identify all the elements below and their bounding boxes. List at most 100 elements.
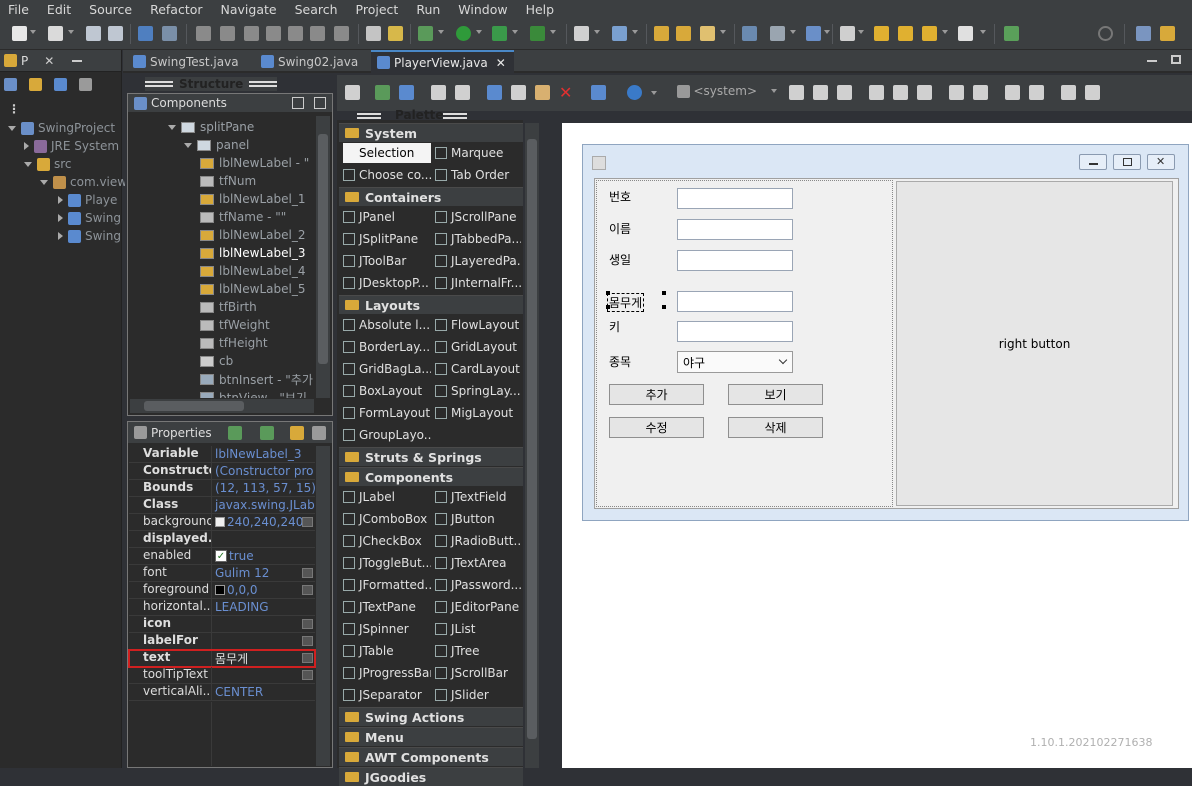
expand-arrow-icon[interactable] (168, 124, 176, 130)
minimize-icon[interactable] (72, 59, 83, 62)
expand-all-icon[interactable] (292, 97, 304, 109)
minimize-icon[interactable] (1147, 60, 1157, 62)
property-row[interactable]: enabled ✓ true (129, 548, 315, 565)
property-value[interactable]: (12, 113, 57, 15) (212, 480, 315, 496)
palette-item[interactable]: JTree (435, 641, 521, 661)
space-horizontal-icon[interactable] (1005, 85, 1020, 100)
property-value[interactable]: CENTER (212, 684, 315, 700)
convert-icon[interactable] (375, 85, 390, 100)
close-icon[interactable]: ✕ (44, 54, 54, 68)
undo-icon[interactable] (431, 85, 446, 100)
palette-category[interactable]: Layouts (339, 295, 523, 314)
property-row[interactable]: Variable lblNewLabel_3 (129, 446, 315, 463)
open-task-icon[interactable] (676, 26, 691, 41)
tab-order-icon[interactable] (591, 85, 606, 100)
property-value[interactable] (212, 616, 315, 632)
tab-swing02[interactable]: Swing02.java (255, 50, 366, 73)
menu-help[interactable]: Help (518, 2, 565, 17)
palette-item[interactable]: JLabel (343, 487, 431, 507)
selection-handle[interactable] (606, 305, 610, 309)
open-console-icon[interactable] (138, 26, 153, 41)
menu-window[interactable]: Window (450, 2, 517, 17)
palette-category[interactable]: Containers (339, 187, 523, 206)
tf-num[interactable] (677, 188, 793, 209)
palette-item[interactable]: JTabbedPa... (435, 229, 521, 249)
component-tree-item[interactable]: btnInsert - "추가 (200, 370, 313, 388)
close-button[interactable]: ✕ (1147, 154, 1175, 170)
tree-item-swingproject[interactable]: SwingProject (8, 119, 115, 137)
cut-icon[interactable] (487, 85, 502, 100)
drag-grip-icon[interactable] (357, 113, 381, 119)
paste-icon[interactable] (535, 85, 550, 100)
palette-item[interactable]: CardLayout (435, 359, 521, 379)
delete-button[interactable]: 삭제 (728, 417, 823, 438)
menu-source[interactable]: Source (81, 2, 142, 17)
ellipsis-button[interactable] (302, 653, 313, 663)
property-row[interactable]: ⊞Bounds(12, 113, 57, 15) (129, 480, 315, 497)
sport-combo[interactable]: 야구 (677, 351, 793, 373)
palette-item[interactable]: JSplitPane (343, 229, 431, 249)
skip-breakpoints-icon[interactable] (162, 26, 177, 41)
palette-item[interactable]: JButton (435, 509, 521, 529)
align-middle-icon[interactable] (893, 85, 908, 100)
refresh-icon[interactable] (399, 85, 414, 100)
palette-item[interactable]: BorderLay... (343, 337, 431, 357)
property-value[interactable] (212, 667, 315, 683)
more-options-icon[interactable]: ⋮ (8, 102, 20, 116)
globe-toolbar-icon[interactable] (742, 26, 757, 41)
palette-item[interactable]: JSeparator (343, 685, 431, 705)
drag-grip-icon[interactable] (443, 113, 467, 119)
property-row[interactable]: foreground 0,0,0 (129, 582, 315, 599)
palette-item[interactable]: Choose co... (343, 165, 431, 185)
new-icon[interactable] (12, 26, 27, 41)
palette-category[interactable]: Menu (339, 727, 523, 746)
property-value[interactable]: Gulim 12 (212, 565, 315, 581)
palette-item[interactable]: FormLayout (343, 403, 431, 423)
maximize-icon[interactable] (1171, 55, 1181, 64)
center-horizontal-icon[interactable] (1061, 85, 1076, 100)
tree-item-playerview[interactable]: Playe (58, 191, 117, 209)
property-row[interactable]: toolTipText (129, 667, 315, 684)
palette-scrollbar[interactable] (525, 123, 539, 768)
palette-category[interactable]: JGoodies (339, 767, 523, 786)
label-weight-selected[interactable]: 몸무게 (607, 293, 645, 312)
forward-icon[interactable] (958, 26, 973, 41)
property-value[interactable]: LEADING (212, 599, 315, 615)
property-value[interactable]: ✓ true (212, 548, 315, 564)
property-row[interactable]: horizontal... LEADING (129, 599, 315, 616)
component-tree-item[interactable]: splitPane (168, 118, 254, 136)
redo-icon[interactable] (455, 85, 470, 100)
component-tree-item[interactable]: tfNum (200, 172, 256, 190)
palette-item[interactable]: SpringLay... (435, 381, 521, 401)
palette-item[interactable]: JEditorPane (435, 597, 521, 617)
prev-annotation-icon[interactable] (874, 26, 889, 41)
palette-item[interactable]: Absolute l... (343, 315, 431, 335)
property-row[interactable]: verticalAli... CENTER (129, 684, 315, 701)
suspend-icon[interactable] (220, 26, 235, 41)
components-hscrollbar[interactable] (130, 399, 314, 413)
palette-item[interactable]: JToggleBut... (343, 553, 431, 573)
look-and-feel-icon[interactable] (627, 85, 642, 100)
palette-item[interactable]: JCheckBox (343, 531, 431, 551)
properties-menu-icon[interactable] (312, 425, 326, 440)
search-toolbar-icon[interactable] (700, 26, 715, 41)
palette-item[interactable]: Tab Order (435, 165, 521, 185)
expand-arrow-icon[interactable] (184, 142, 192, 148)
ellipsis-button[interactable] (302, 636, 313, 646)
next-annotation-icon[interactable] (898, 26, 913, 41)
palette-item[interactable]: Marquee (435, 143, 521, 163)
new-java-project-icon[interactable] (574, 26, 589, 41)
palette-item[interactable]: GridLayout (435, 337, 521, 357)
palette-item[interactable]: GridBagLa... (343, 359, 431, 379)
component-tree-item[interactable]: tfBirth (200, 298, 257, 316)
palette-item[interactable]: JPassword... (435, 575, 521, 595)
ellipsis-button[interactable] (302, 568, 313, 578)
palette-item[interactable]: JTable (343, 641, 431, 661)
palette-category[interactable]: AWT Components (339, 747, 523, 766)
palette-item[interactable]: JLayeredPa... (435, 251, 521, 271)
new-java-class-icon[interactable] (612, 26, 627, 41)
goto-definition-icon[interactable] (260, 425, 274, 440)
tf-name[interactable] (677, 219, 793, 240)
property-value[interactable]: (Constructor pro (212, 463, 315, 479)
menu-file[interactable]: File (0, 2, 39, 17)
